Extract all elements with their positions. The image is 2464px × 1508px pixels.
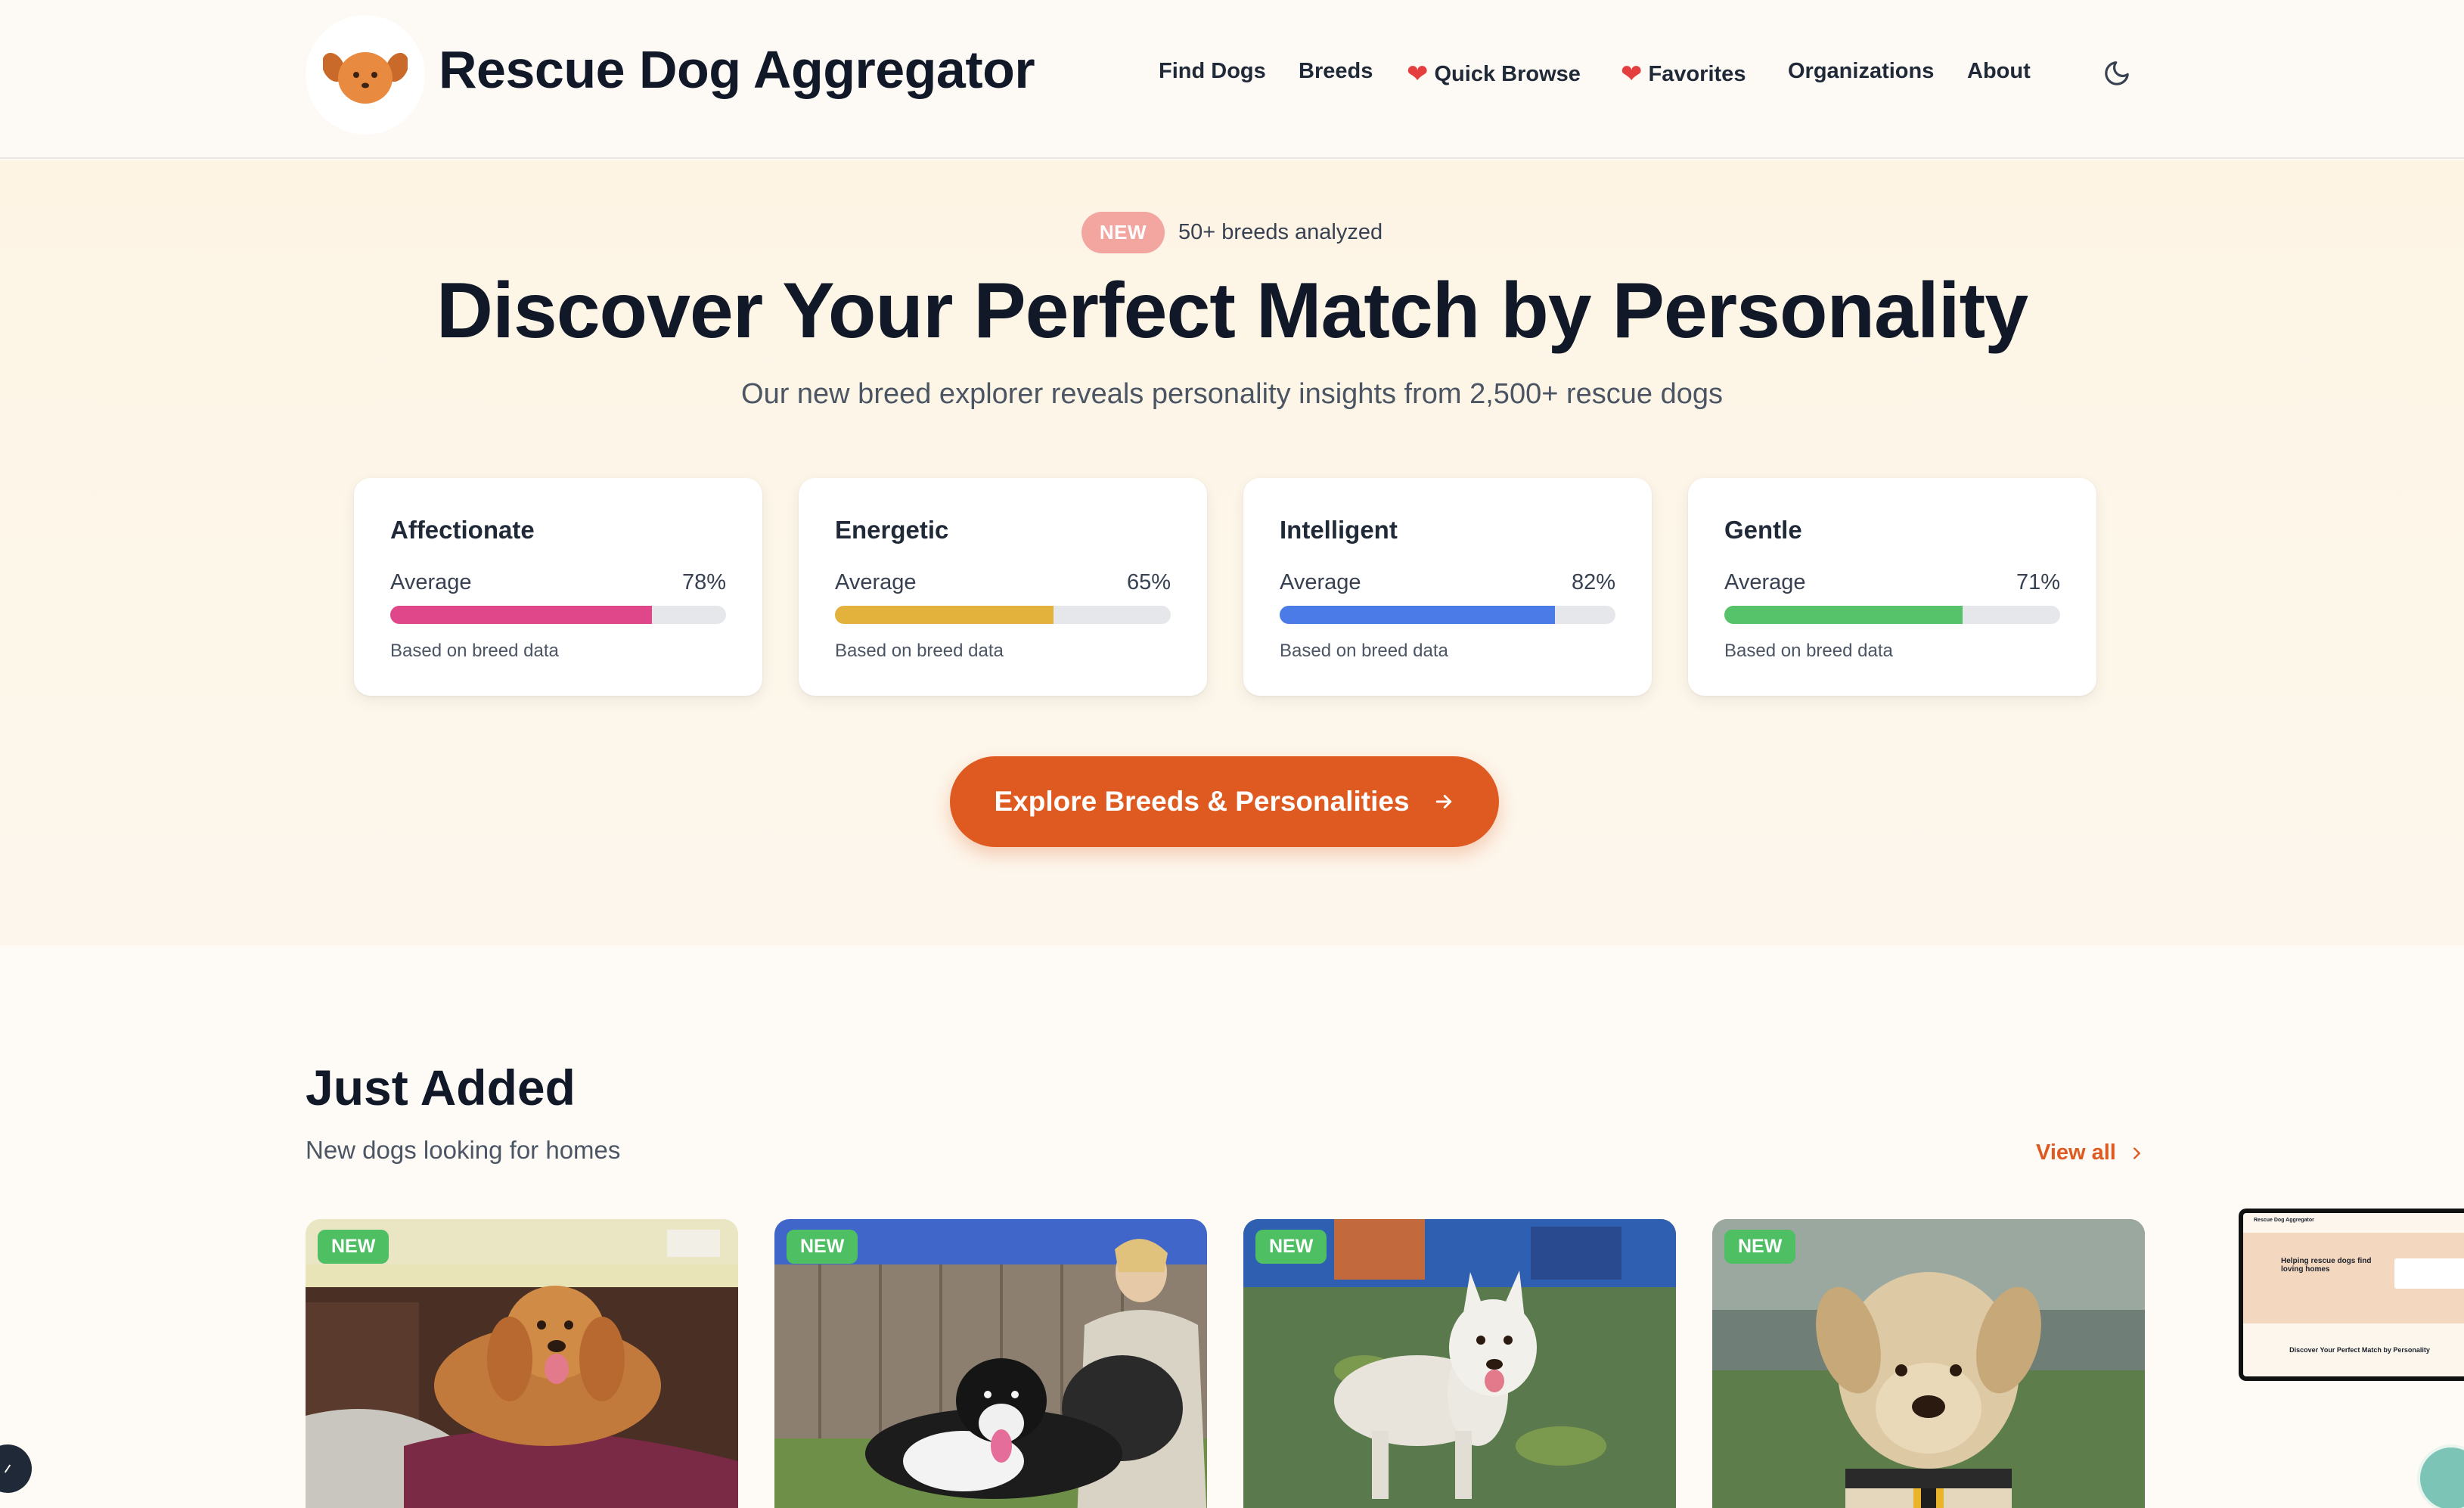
- trait-percent: 78%: [681, 570, 726, 594]
- nav-about[interactable]: About: [1967, 59, 2031, 84]
- cta-label: Explore Breeds & Personalities: [994, 786, 1410, 817]
- trait-percent: 71%: [2016, 570, 2060, 594]
- explore-breeds-button[interactable]: Explore Breeds & Personalities: [950, 756, 1499, 847]
- site-title[interactable]: Rescue Dog Aggregator: [439, 39, 1035, 100]
- badge-text: 50+ breeds analyzed: [1178, 220, 1383, 244]
- hero-badge-row: NEW 50+ breeds analyzed: [0, 212, 2464, 253]
- preview-brand: Rescue Dog Aggregator: [2254, 1218, 2314, 1223]
- trait-note: Based on breed data: [390, 641, 559, 661]
- trait-bar: [1724, 606, 2060, 624]
- trait-note: Based on breed data: [1280, 641, 1448, 661]
- nav-breeds[interactable]: Breeds: [1299, 59, 1373, 84]
- section-title: Just Added: [306, 1060, 576, 1115]
- trait-label: Average: [390, 570, 472, 594]
- view-all-label: View all: [2036, 1140, 2116, 1165]
- trait-name: Affectionate: [390, 516, 535, 544]
- hero-title: Discover Your Perfect Match by Personali…: [436, 267, 2028, 355]
- nav-find-dogs[interactable]: Find Dogs: [1159, 59, 1266, 84]
- moon-icon: [2105, 61, 2129, 85]
- dog-card[interactable]: NEW: [306, 1219, 738, 1508]
- nav-favorites[interactable]: ❤ Favorites: [1621, 59, 1746, 89]
- heart-icon: ❤: [1407, 60, 1429, 88]
- trait-bar-fill: [835, 606, 1054, 624]
- trait-bar-fill: [390, 606, 653, 624]
- theme-toggle-button[interactable]: [2099, 56, 2134, 91]
- arrow-right-icon: [1435, 795, 1451, 808]
- trait-bar: [390, 606, 726, 624]
- dog-logo-icon: [323, 52, 408, 104]
- trait-name: Energetic: [835, 516, 949, 544]
- page-preview-thumbnail[interactable]: Rescue Dog Aggregator Helping rescue dog…: [2239, 1209, 2464, 1381]
- trait-card-energetic: Energetic Average 65% Based on breed dat…: [799, 478, 1207, 696]
- trait-name: Intelligent: [1280, 516, 1398, 544]
- preview-headline: Helping rescue dogs find loving homes: [2281, 1257, 2372, 1274]
- preview-stats: [2394, 1258, 2464, 1289]
- trait-note: Based on breed data: [835, 641, 1004, 661]
- trait-label: Average: [835, 570, 917, 594]
- close-icon: [4, 1464, 11, 1473]
- trait-bar-fill: [1280, 606, 1556, 624]
- section-subtitle: New dogs looking for homes: [306, 1136, 621, 1164]
- dog-card[interactable]: NEW: [1712, 1219, 2145, 1508]
- new-tag: NEW: [318, 1230, 389, 1264]
- nav-organizations[interactable]: Organizations: [1788, 59, 1934, 84]
- trait-card-intelligent: Intelligent Average 82% Based on breed d…: [1243, 478, 1652, 696]
- preview-footer-title: Discover Your Perfect Match by Personali…: [2289, 1346, 2430, 1354]
- trait-note: Based on breed data: [1724, 641, 1893, 661]
- view-all-link[interactable]: View all: [2036, 1140, 2145, 1165]
- trait-label: Average: [1724, 570, 1806, 594]
- chat-bubble-button[interactable]: [2417, 1444, 2464, 1508]
- chevron-right-icon: [2133, 1147, 2140, 1159]
- trait-bar: [835, 606, 1171, 624]
- trait-percent: 65%: [1126, 570, 1171, 594]
- trait-percent: 82%: [1571, 570, 1615, 594]
- trait-bar: [1280, 606, 1615, 624]
- trait-label: Average: [1280, 570, 1361, 594]
- logo[interactable]: [306, 15, 425, 135]
- preview-screen: Rescue Dog Aggregator Helping rescue dog…: [2243, 1213, 2464, 1376]
- new-tag: NEW: [787, 1230, 858, 1264]
- trait-card-affectionate: Affectionate Average 78% Based on breed …: [354, 478, 762, 696]
- new-tag: NEW: [1255, 1230, 1327, 1264]
- site-header: Rescue Dog Aggregator Find Dogs Breeds ❤…: [0, 0, 2464, 159]
- trait-bar-fill: [1724, 606, 1963, 624]
- heart-icon: ❤: [1621, 60, 1643, 88]
- trait-card-gentle: Gentle Average 71% Based on breed data: [1688, 478, 2096, 696]
- nav-quick-browse[interactable]: ❤ Quick Browse: [1407, 59, 1581, 89]
- new-badge: NEW: [1081, 212, 1165, 253]
- new-tag: NEW: [1724, 1230, 1796, 1264]
- trait-name: Gentle: [1724, 516, 1802, 544]
- hero-subtitle: Our new breed explorer reveals personali…: [741, 378, 1723, 410]
- dog-card[interactable]: NEW: [774, 1219, 1207, 1508]
- dev-tools-button[interactable]: [0, 1444, 32, 1493]
- dog-card[interactable]: NEW: [1243, 1219, 1676, 1508]
